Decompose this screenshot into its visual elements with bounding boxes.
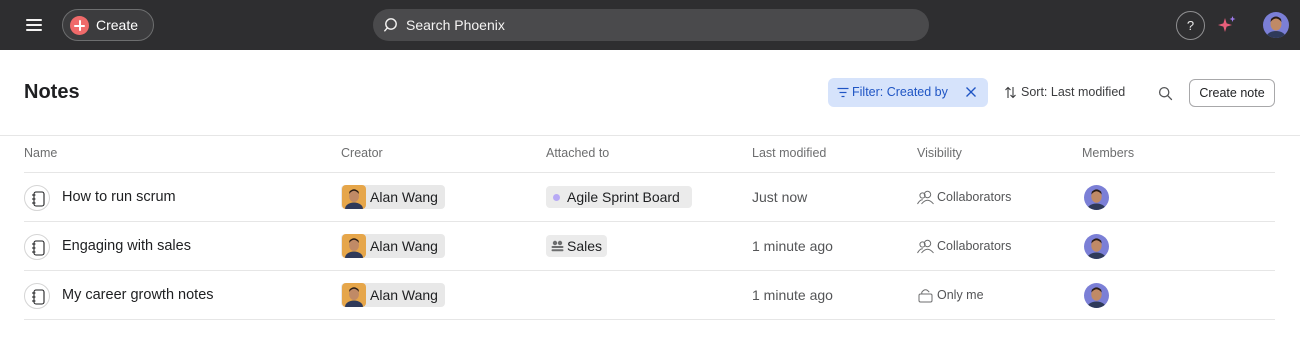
column-header-name[interactable]: Name: [24, 146, 57, 160]
filter-chip[interactable]: Filter: Created by: [828, 78, 988, 107]
ai-sparkle-icon[interactable]: [1216, 14, 1238, 36]
last-modified: 1 minute ago: [752, 287, 833, 303]
column-header-members[interactable]: Members: [1082, 146, 1134, 160]
team-icon: [551, 240, 564, 252]
member-avatar[interactable]: [1084, 234, 1109, 259]
plus-icon: [70, 16, 89, 35]
creator-chip[interactable]: Alan Wang: [341, 234, 445, 258]
visibility-label: Collaborators: [937, 239, 1012, 253]
column-header-visibility[interactable]: Visibility: [917, 146, 962, 160]
global-search-input[interactable]: Search Phoenix: [373, 9, 929, 41]
sort-label: Sort: Last modified: [1021, 85, 1126, 99]
search-placeholder: Search Phoenix: [406, 17, 505, 33]
member-avatar[interactable]: [1084, 185, 1109, 210]
filter-icon: [837, 87, 849, 98]
people-icon: [917, 190, 934, 205]
table-row[interactable]: My career growth notes Alan Wang 1 minut…: [24, 270, 1275, 320]
note-icon: [24, 283, 50, 309]
note-name[interactable]: Engaging with sales: [62, 238, 191, 254]
last-modified: Just now: [752, 189, 808, 205]
column-header-creator[interactable]: Creator: [341, 146, 383, 160]
people-icon: [917, 239, 934, 254]
help-button[interactable]: ?: [1176, 11, 1205, 40]
note-icon: [24, 185, 50, 211]
filter-label: Filter: Created by: [852, 85, 948, 99]
divider: [0, 135, 1300, 136]
search-icon[interactable]: [1158, 86, 1173, 101]
creator-chip[interactable]: Alan Wang: [341, 185, 445, 209]
note-icon: [24, 234, 50, 260]
avatar: [342, 185, 366, 209]
creator-name: Alan Wang: [370, 238, 438, 254]
last-modified: 1 minute ago: [752, 238, 833, 254]
visibility-label: Collaborators: [937, 190, 1012, 204]
hamburger-menu-icon[interactable]: [24, 15, 44, 35]
attached-name: Sales: [567, 238, 603, 254]
creator-chip[interactable]: Alan Wang: [341, 283, 445, 307]
create-button-label: Create: [96, 17, 139, 33]
avatar: [342, 283, 366, 307]
project-dot-icon: [553, 194, 560, 201]
attached-chip[interactable]: Agile Sprint Board: [546, 186, 692, 208]
user-avatar[interactable]: [1263, 12, 1289, 38]
close-icon[interactable]: [965, 86, 977, 98]
attached-chip[interactable]: Sales: [546, 235, 607, 257]
table-row[interactable]: How to run scrum Alan Wang Agile Sprint …: [24, 172, 1275, 221]
avatar: [342, 234, 366, 258]
creator-name: Alan Wang: [370, 287, 438, 303]
note-name[interactable]: My career growth notes: [62, 287, 214, 303]
table-row[interactable]: Engaging with sales Alan Wang Sales 1 mi…: [24, 221, 1275, 270]
note-name[interactable]: How to run scrum: [62, 189, 176, 205]
create-note-button[interactable]: Create note: [1189, 79, 1275, 107]
lock-icon: [918, 289, 933, 303]
member-avatar[interactable]: [1084, 283, 1109, 308]
visibility-label: Only me: [937, 288, 984, 302]
column-header-attached-to[interactable]: Attached to: [546, 146, 609, 160]
sort-arrows-icon: [1005, 86, 1016, 99]
page-title: Notes: [24, 81, 80, 103]
create-button[interactable]: Create: [62, 9, 154, 41]
column-header-last-modified[interactable]: Last modified: [752, 146, 826, 160]
attached-name: Agile Sprint Board: [567, 189, 680, 205]
top-bar: Create Search Phoenix ?: [0, 0, 1300, 50]
creator-name: Alan Wang: [370, 189, 438, 205]
search-icon: [384, 18, 397, 32]
